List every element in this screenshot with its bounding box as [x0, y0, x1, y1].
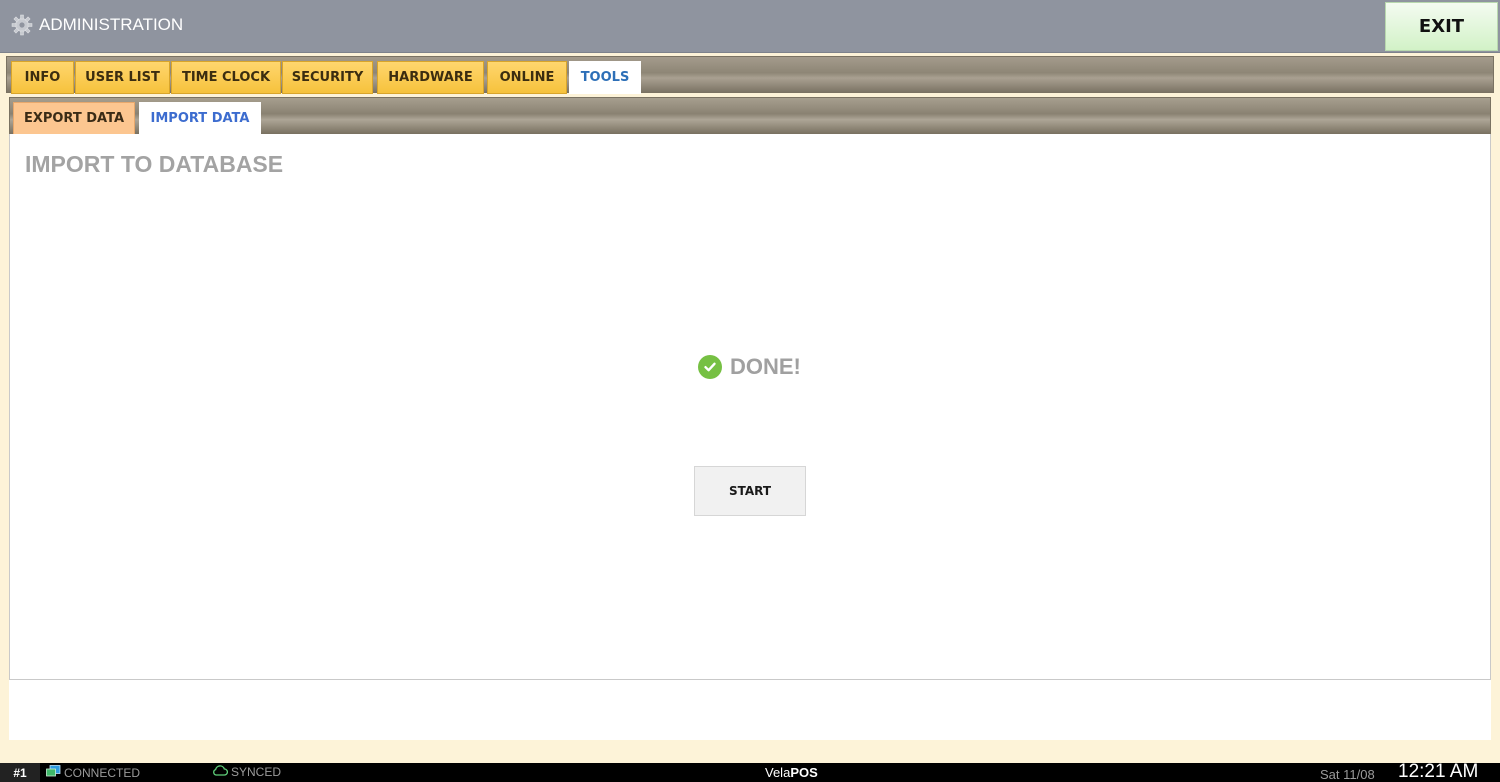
check-circle-icon	[698, 355, 722, 379]
sub-tab-strip: EXPORT DATA IMPORT DATA	[9, 97, 1491, 135]
tab-hardware[interactable]: HARDWARE	[377, 61, 484, 94]
status-message: DONE!	[698, 354, 801, 380]
network-icon	[46, 765, 61, 781]
connection-status: CONNECTED	[46, 765, 140, 781]
sync-label: SYNCED	[231, 765, 282, 779]
brand-suffix: POS	[790, 765, 818, 780]
content-footer-area	[9, 680, 1491, 740]
section-title: IMPORT TO DATABASE	[25, 151, 284, 177]
tab-online[interactable]: ONLINE	[487, 61, 567, 94]
window-title: ADMINISTRATION	[39, 15, 184, 34]
terminal-number: #1	[0, 763, 40, 782]
brand-prefix: Vela	[765, 765, 791, 780]
status-bar: #1 CONNECTED SYNCED VelaPOS Sat 11/08 12…	[0, 761, 1500, 782]
status-text: DONE!	[730, 354, 801, 379]
subtab-import-data[interactable]: IMPORT DATA	[139, 102, 261, 135]
tab-user-list[interactable]: USER LIST	[75, 61, 170, 94]
main-tab-strip: INFO USER LIST TIME CLOCK SECURITY HARDW…	[6, 56, 1494, 94]
connection-label: CONNECTED	[64, 766, 141, 780]
date-display: Sat 11/08	[1320, 767, 1375, 782]
start-button[interactable]: START	[694, 466, 806, 516]
title-bar: ADMINISTRATION	[0, 0, 1500, 53]
subtab-export-data[interactable]: EXPORT DATA	[13, 102, 135, 135]
gear-icon	[11, 14, 33, 36]
import-panel: IMPORT TO DATABASE DONE! START	[9, 134, 1491, 680]
sync-status: SYNCED	[212, 765, 281, 779]
tab-security[interactable]: SECURITY	[282, 61, 373, 94]
tab-time-clock[interactable]: TIME CLOCK	[171, 61, 281, 94]
tab-info[interactable]: INFO	[11, 61, 74, 94]
brand-name: VelaPOS	[765, 765, 818, 780]
cloud-icon	[212, 765, 228, 779]
exit-button[interactable]: EXIT	[1385, 2, 1498, 51]
clock-display: 12:21 AM	[1398, 761, 1479, 782]
tab-tools[interactable]: TOOLS	[569, 61, 641, 94]
